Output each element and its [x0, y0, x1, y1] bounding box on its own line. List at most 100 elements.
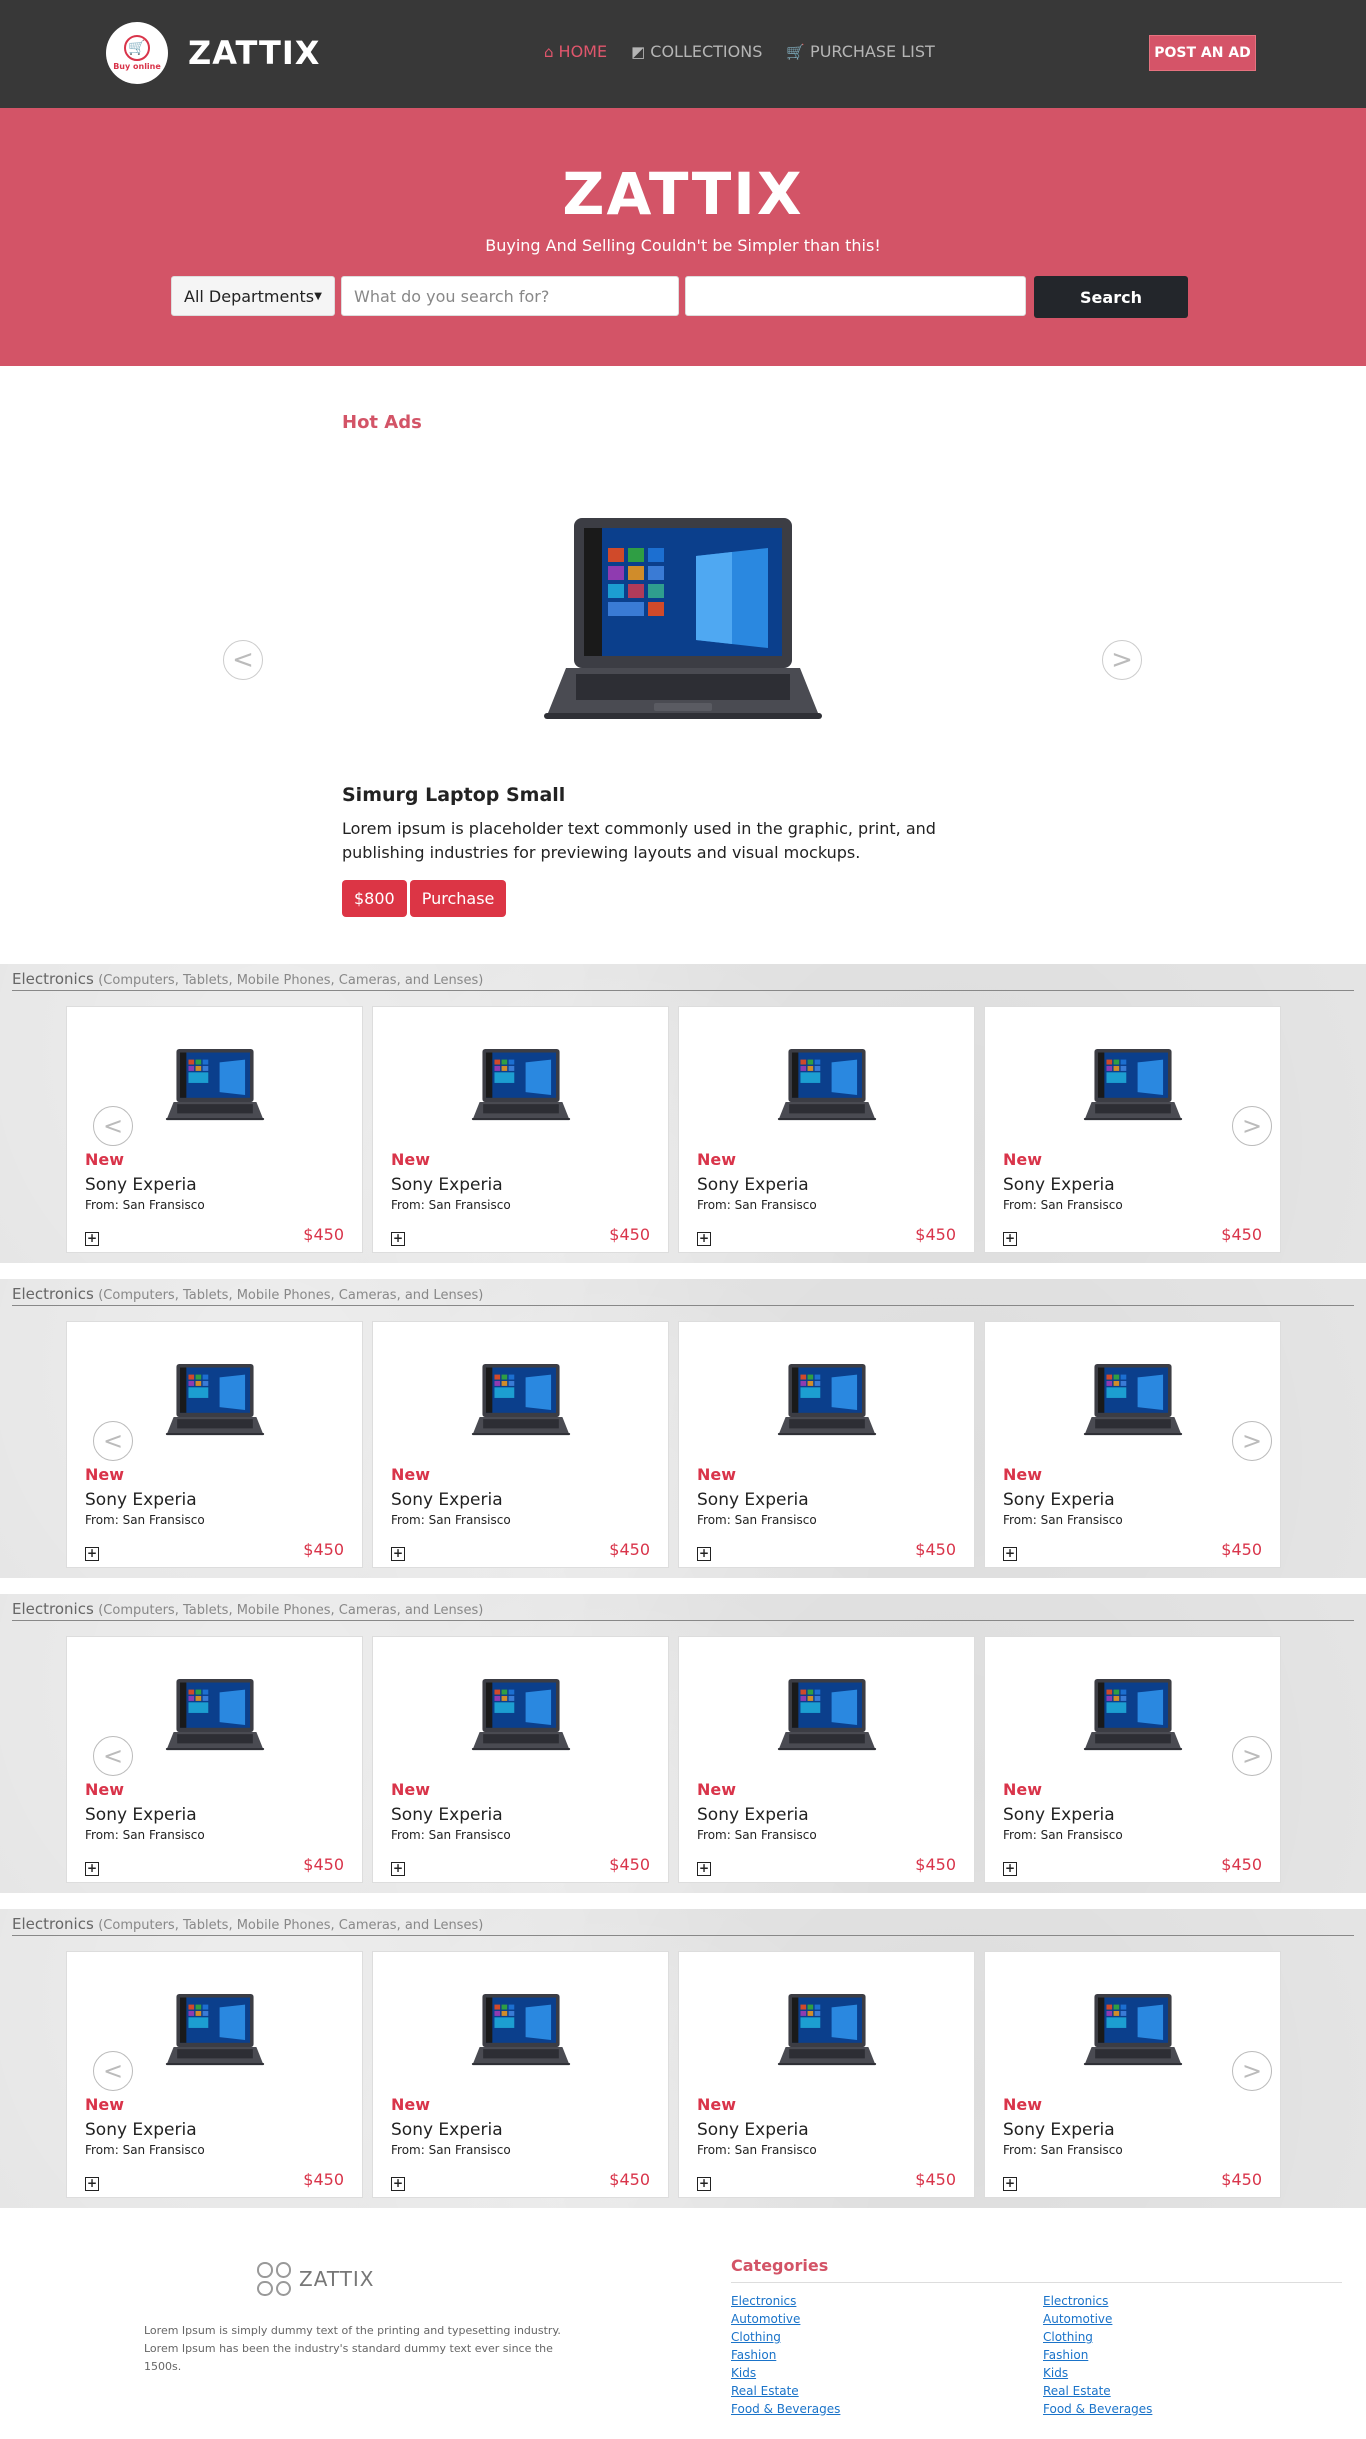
category-section: Electronics (Computers, Tablets, Mobile …	[0, 964, 1366, 1263]
category-prev-arrow[interactable]: <	[93, 1421, 133, 1461]
nav-collections[interactable]: ◩ COLLECTIONS	[631, 42, 762, 61]
post-ad-button[interactable]: POST AN AD	[1149, 35, 1256, 71]
plus-square-icon[interactable]: +	[85, 1547, 99, 1561]
product-title[interactable]: Sony Experia	[391, 2120, 503, 2140]
nav-purchase-list[interactable]: 🛒 PURCHASE LIST	[786, 42, 934, 61]
category-section: Electronics (Computers, Tablets, Mobile …	[0, 1279, 1366, 1578]
footer-category-link[interactable]: Kids	[731, 2364, 840, 2382]
logo[interactable]: 🛒 Buy online	[106, 22, 168, 84]
hot-ad-price-button[interactable]: $800	[342, 880, 407, 917]
product-card[interactable]: New Sony Experia From: San Fransisco + $…	[372, 1006, 669, 1253]
nav-purchase-list-label: PURCHASE LIST	[810, 42, 935, 61]
product-title[interactable]: Sony Experia	[697, 1805, 809, 1825]
footer-category-link[interactable]: Automotive	[731, 2310, 840, 2328]
product-title[interactable]: Sony Experia	[391, 1490, 503, 1510]
plus-square-icon[interactable]: +	[85, 1862, 99, 1876]
footer-categories-col-2: Electronics Automotive Clothing Fashion Kids…	[1043, 2292, 1152, 2418]
product-title[interactable]: Sony Experia	[1003, 1175, 1115, 1195]
product-card[interactable]: New Sony Experia From: San Fransisco + $…	[678, 1951, 975, 2198]
hot-next-arrow[interactable]: >	[1102, 640, 1142, 680]
product-card[interactable]: New Sony Experia From: San Fransisco + $…	[372, 1321, 669, 1568]
plus-square-icon[interactable]: +	[1003, 2177, 1017, 2191]
product-price: $450	[915, 1855, 956, 1874]
category-name[interactable]: Electronics	[12, 1915, 94, 1933]
plus-square-icon[interactable]: +	[697, 1862, 711, 1876]
hot-ad-name[interactable]: Simurg Laptop Small	[342, 784, 565, 806]
category-next-arrow[interactable]: >	[1232, 1106, 1272, 1146]
plus-square-icon[interactable]: +	[391, 2177, 405, 2191]
product-price: $450	[303, 1540, 344, 1559]
category-name[interactable]: Electronics	[12, 970, 94, 988]
product-card[interactable]: New Sony Experia From: San Fransisco + $…	[678, 1006, 975, 1253]
category-prev-arrow[interactable]: <	[93, 2051, 133, 2091]
footer-category-link[interactable]: Real Estate	[1043, 2382, 1152, 2400]
product-title[interactable]: Sony Experia	[1003, 1490, 1115, 1510]
plus-square-icon[interactable]: +	[697, 1547, 711, 1561]
plus-square-icon[interactable]: +	[85, 2177, 99, 2191]
footer-category-link[interactable]: Electronics	[731, 2292, 840, 2310]
hot-prev-arrow[interactable]: <	[223, 640, 263, 680]
plus-square-icon[interactable]: +	[697, 1232, 711, 1246]
product-image	[1081, 1045, 1185, 1127]
brand-name[interactable]: ZATTIX	[188, 34, 320, 72]
footer-category-link[interactable]: Food & Beverages	[731, 2400, 840, 2418]
product-location: From: San Fransisco	[1003, 1513, 1123, 1527]
category-next-arrow[interactable]: >	[1232, 2051, 1272, 2091]
category-subtitle: (Computers, Tablets, Mobile Phones, Came…	[98, 973, 484, 988]
footer-logo[interactable]: ZATTIX	[257, 2262, 375, 2296]
footer-category-link[interactable]: Electronics	[1043, 2292, 1152, 2310]
plus-square-icon[interactable]: +	[1003, 1232, 1017, 1246]
product-title[interactable]: Sony Experia	[391, 1175, 503, 1195]
home-icon: ⌂	[544, 42, 554, 61]
hero-subtitle: Buying And Selling Couldn't be Simpler t…	[485, 236, 881, 255]
brand[interactable]: 🛒 Buy online ZATTIX	[106, 22, 320, 84]
hot-ad-actions: $800 Purchase	[342, 880, 507, 917]
category-prev-arrow[interactable]: <	[93, 1106, 133, 1146]
footer-category-link[interactable]: Fashion	[731, 2346, 840, 2364]
plus-square-icon[interactable]: +	[391, 1547, 405, 1561]
category-name[interactable]: Electronics	[12, 1285, 94, 1303]
product-title[interactable]: Sony Experia	[85, 1175, 197, 1195]
nav-home[interactable]: ⌂ HOME	[544, 42, 607, 61]
footer-category-link[interactable]: Kids	[1043, 2364, 1152, 2382]
product-title[interactable]: Sony Experia	[697, 1175, 809, 1195]
product-card[interactable]: New Sony Experia From: San Fransisco + $…	[678, 1321, 975, 1568]
product-badge: New	[391, 1150, 431, 1169]
plus-square-icon[interactable]: +	[85, 1232, 99, 1246]
plus-square-icon[interactable]: +	[697, 2177, 711, 2191]
footer-category-link[interactable]: Automotive	[1043, 2310, 1152, 2328]
footer-category-link[interactable]: Clothing	[731, 2328, 840, 2346]
product-title[interactable]: Sony Experia	[697, 1490, 809, 1510]
purchase-button[interactable]: Purchase	[409, 880, 507, 917]
product-card[interactable]: New Sony Experia From: San Fransisco + $…	[372, 1951, 669, 2198]
footer-category-link[interactable]: Food & Beverages	[1043, 2400, 1152, 2418]
footer-category-link[interactable]: Fashion	[1043, 2346, 1152, 2364]
product-title[interactable]: Sony Experia	[85, 2120, 197, 2140]
location-input[interactable]	[685, 276, 1026, 316]
hero: ZATTIX Buying And Selling Couldn't be Si…	[0, 108, 1366, 366]
product-title[interactable]: Sony Experia	[697, 2120, 809, 2140]
search-input[interactable]	[341, 276, 679, 316]
product-title[interactable]: Sony Experia	[1003, 2120, 1115, 2140]
search-button[interactable]: Search	[1034, 276, 1188, 318]
footer-category-link[interactable]: Real Estate	[731, 2382, 840, 2400]
product-title[interactable]: Sony Experia	[85, 1490, 197, 1510]
product-location: From: San Fransisco	[1003, 2143, 1123, 2157]
hot-ad-description: Lorem ipsum is placeholder text commonly…	[342, 819, 936, 862]
plus-square-icon[interactable]: +	[1003, 1862, 1017, 1876]
plus-square-icon[interactable]: +	[391, 1232, 405, 1246]
product-card[interactable]: New Sony Experia From: San Fransisco + $…	[372, 1636, 669, 1883]
product-title[interactable]: Sony Experia	[391, 1805, 503, 1825]
footer-category-link[interactable]: Clothing	[1043, 2328, 1152, 2346]
category-name[interactable]: Electronics	[12, 1600, 94, 1618]
category-header: Electronics (Computers, Tablets, Mobile …	[12, 1600, 1354, 1621]
product-title[interactable]: Sony Experia	[85, 1805, 197, 1825]
product-title[interactable]: Sony Experia	[1003, 1805, 1115, 1825]
category-next-arrow[interactable]: >	[1232, 1736, 1272, 1776]
plus-square-icon[interactable]: +	[391, 1862, 405, 1876]
category-next-arrow[interactable]: >	[1232, 1421, 1272, 1461]
plus-square-icon[interactable]: +	[1003, 1547, 1017, 1561]
category-prev-arrow[interactable]: <	[93, 1736, 133, 1776]
department-dropdown[interactable]: All Departments ▼	[171, 276, 335, 316]
product-card[interactable]: New Sony Experia From: San Fransisco + $…	[678, 1636, 975, 1883]
